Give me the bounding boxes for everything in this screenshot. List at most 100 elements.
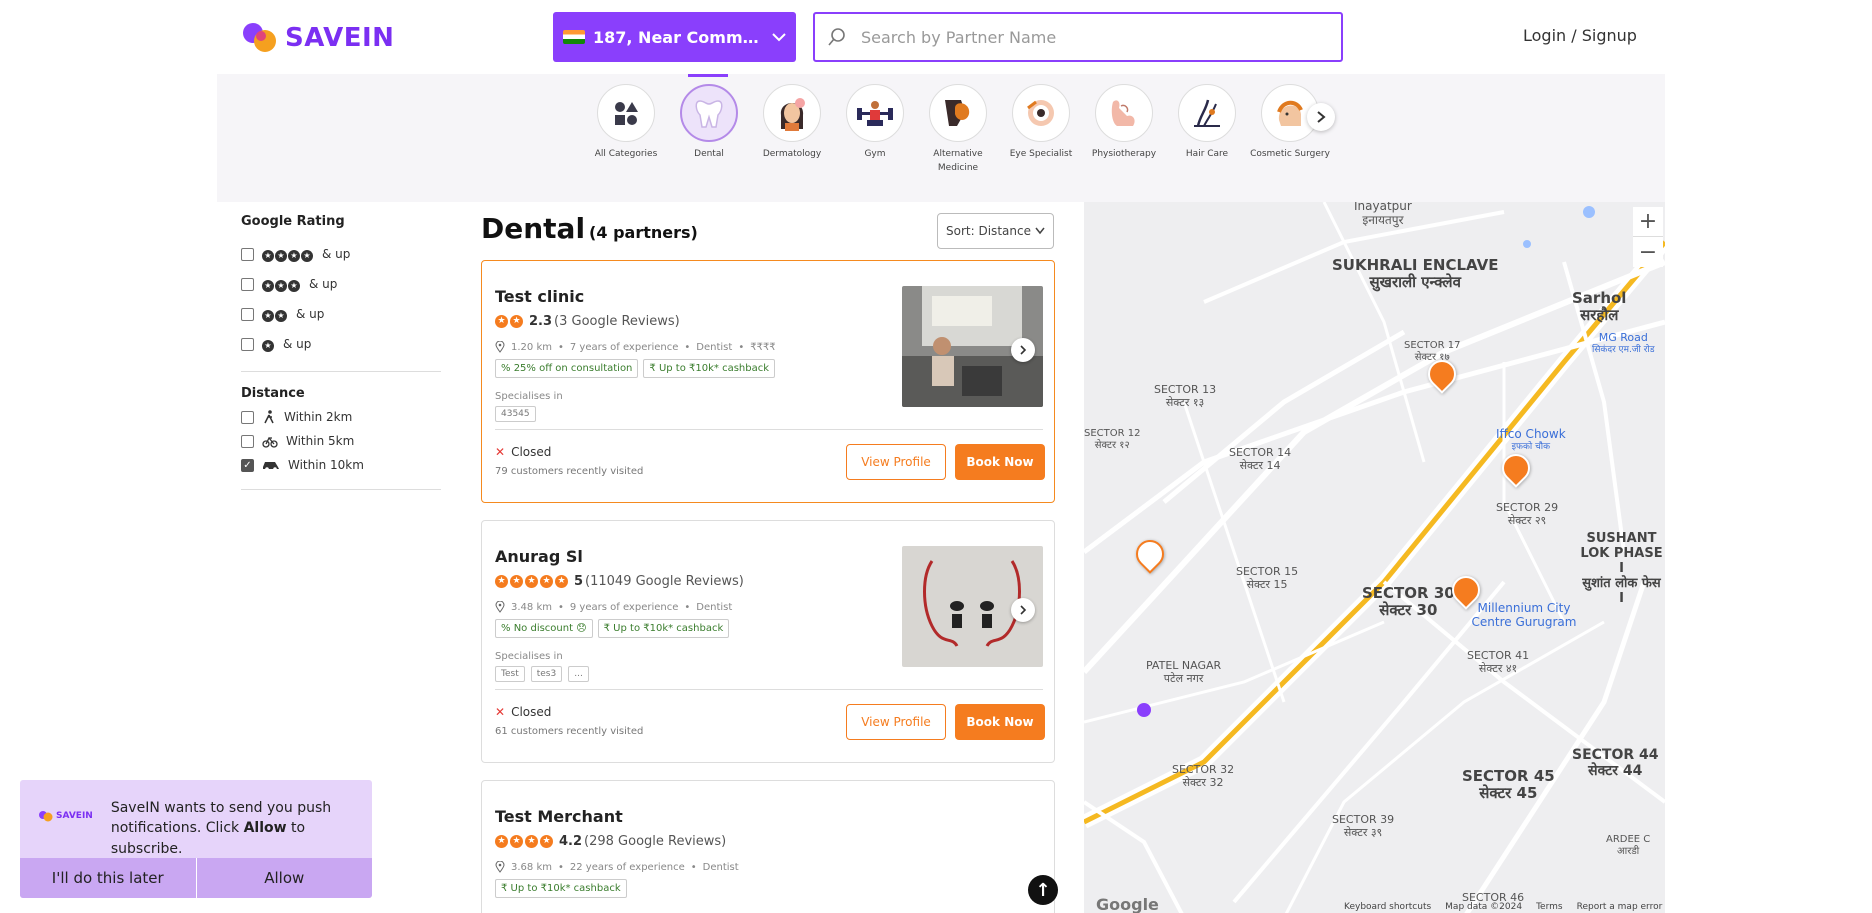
- category-eye-specialist[interactable]: Eye Specialist: [1001, 84, 1081, 162]
- rating-filter-2[interactable]: ★ ★ & up: [241, 299, 441, 329]
- partner-card[interactable]: Anurag Sl ★ ★ ★ ★ ★ 5 (11049 Google Reviews)…: [481, 520, 1055, 763]
- dumbbell-icon: [846, 84, 904, 142]
- partner-card[interactable]: Test Merchant ★ ★ ★ ★ 4.2 (298 Google Revie…: [481, 780, 1055, 913]
- map-label: Millennium City Centre Gurugram: [1471, 601, 1577, 629]
- map-label: MG Road सिकंदर एम.जी रोड: [1592, 331, 1655, 355]
- chevron-right-icon: [1020, 345, 1027, 355]
- partner-card[interactable]: Test clinic ★ ★ 2.3 (3 Google Reviews) 1.…: [481, 260, 1055, 503]
- view-profile-button[interactable]: View Profile: [846, 704, 946, 740]
- scroll-to-top-button[interactable]: ↑: [1028, 875, 1058, 905]
- checkbox[interactable]: [241, 337, 254, 351]
- rating-suffix: & up: [309, 277, 338, 291]
- tooth-icon: [680, 84, 738, 142]
- star-icon: ★: [275, 249, 287, 262]
- distance-filter-10km[interactable]: ✓ Within 10km: [241, 453, 441, 477]
- partner-rating: ★ ★ ★ ★ 4.2 (298 Google Reviews): [495, 834, 726, 849]
- eye-icon: [1012, 84, 1070, 142]
- map-label: SECTOR 17 सेक्टर १७: [1404, 340, 1461, 363]
- sort-dropdown[interactable]: Sort: Distance: [937, 213, 1054, 249]
- distance-filter-2km[interactable]: Within 2km: [241, 405, 441, 429]
- card-divider: [495, 689, 1043, 690]
- category-dental[interactable]: Dental: [669, 74, 749, 162]
- checkbox[interactable]: [241, 410, 254, 424]
- plus-icon: +: [1638, 209, 1658, 234]
- terms-link[interactable]: Terms: [1536, 902, 1563, 912]
- specialty-chip: tes3: [530, 666, 563, 682]
- recent-visits: 61 customers recently visited: [495, 726, 644, 737]
- checkbox[interactable]: [241, 307, 254, 321]
- face-icon: [763, 84, 821, 142]
- checkbox[interactable]: [241, 434, 254, 448]
- book-now-button[interactable]: Book Now: [955, 444, 1045, 480]
- search-input[interactable]: [861, 27, 1329, 47]
- checkbox-checked[interactable]: ✓: [241, 458, 254, 472]
- book-now-button[interactable]: Book Now: [955, 704, 1045, 740]
- partner-search[interactable]: [813, 12, 1343, 62]
- map-label: SECTOR 29 सेक्टर २९: [1496, 501, 1559, 527]
- zoom-in-button[interactable]: +: [1633, 207, 1663, 237]
- category-alternative-medicine[interactable]: Alternative Medicine: [918, 84, 998, 175]
- chevron-right-icon: [1020, 605, 1027, 615]
- distance-label: Within 10km: [288, 458, 364, 472]
- partner-name[interactable]: Anurag Sl: [495, 547, 583, 566]
- partner-meta: 1.20 km • 7 years of experience • Dentist •…: [495, 341, 776, 353]
- partner-name[interactable]: Test clinic: [495, 287, 584, 306]
- savein-small-logo: SAVEIN: [38, 810, 93, 822]
- distance-filter-title: Distance: [241, 386, 305, 401]
- close-icon: ✕: [495, 705, 506, 719]
- page: SAVEIN 187, Near Community ... Login / S…: [0, 0, 1872, 913]
- checkbox[interactable]: [241, 277, 254, 291]
- partner-count: (4 partners): [589, 223, 698, 242]
- later-button[interactable]: I'll do this later: [20, 858, 197, 898]
- category-hair-care[interactable]: Hair Care: [1167, 84, 1247, 162]
- star-icon: ★: [510, 575, 523, 588]
- bike-icon: [262, 436, 278, 448]
- chevron-right-icon: [1317, 111, 1326, 123]
- specialty-chip: ...: [568, 666, 589, 682]
- logo-icon: [39, 811, 53, 822]
- close-icon: ✕: [495, 445, 506, 459]
- allow-button[interactable]: Allow: [197, 858, 373, 898]
- offer-tags: % No discount 😞 ₹ Up to ₹10k* cashback: [495, 619, 730, 638]
- star-icon: ★: [262, 309, 274, 322]
- savein-logo[interactable]: SAVEIN: [241, 21, 394, 55]
- report-error-link[interactable]: Report a map error: [1577, 902, 1663, 912]
- map[interactable]: Inayatpur इनायतपुर SUKHRALI ENCLAVE सुखराल…: [1084, 202, 1665, 913]
- user-location-dot: [1137, 703, 1151, 717]
- rating-filter-3[interactable]: ★ ★ ★ & up: [241, 269, 441, 299]
- keyboard-shortcuts-link[interactable]: Keyboard shortcuts: [1344, 902, 1431, 912]
- discount-icon: %: [501, 363, 514, 374]
- map-label: SECTOR 12 सेक्टर १२: [1084, 428, 1141, 451]
- login-signup-link[interactable]: Login / Signup: [1523, 26, 1637, 45]
- arrow-up-icon: ↑: [1035, 879, 1051, 901]
- category-label: Gym: [864, 149, 886, 159]
- category-next-button[interactable]: [1307, 103, 1335, 131]
- filter-divider: [241, 489, 441, 490]
- category-all[interactable]: All Categories: [586, 84, 666, 162]
- zoom-out-button[interactable]: −: [1633, 237, 1663, 267]
- partner-name[interactable]: Test Merchant: [495, 807, 623, 826]
- push-notification-prompt: SAVEIN SaveIN wants to send you push not…: [20, 780, 372, 898]
- photo-next-button[interactable]: [1011, 338, 1035, 362]
- map-label: PATEL NAGAR पटेल नगर: [1146, 659, 1222, 685]
- category-label: Dermatology: [762, 149, 822, 159]
- distance: 3.68 km: [511, 861, 552, 873]
- star-icon: ★: [495, 835, 508, 848]
- rating-filter-4[interactable]: ★ ★ ★ ★ & up: [241, 239, 441, 269]
- map-label: SECTOR 32 सेक्टर 32: [1172, 763, 1235, 789]
- distance-filter-5km[interactable]: Within 5km: [241, 429, 441, 453]
- checkbox[interactable]: [241, 247, 254, 261]
- category-physiotherapy[interactable]: Physiotherapy: [1084, 84, 1164, 162]
- location-selector[interactable]: 187, Near Community ...: [553, 12, 796, 62]
- rating-filter-1[interactable]: ★ & up: [241, 329, 441, 359]
- star-icon: ★: [555, 575, 568, 588]
- distance: 3.48 km: [511, 601, 552, 613]
- map-label: Inayatpur इनायतपुर: [1354, 202, 1412, 227]
- partner-meta: 3.68 km • 22 years of experience • Dentist: [495, 861, 739, 873]
- search-icon: [828, 28, 845, 46]
- view-profile-button[interactable]: View Profile: [846, 444, 946, 480]
- category-gym[interactable]: Gym: [835, 84, 915, 162]
- photo-next-button[interactable]: [1011, 598, 1035, 622]
- category-dermatology[interactable]: Dermatology: [752, 84, 832, 162]
- category-label: Cosmetic Surgery: [1250, 149, 1330, 159]
